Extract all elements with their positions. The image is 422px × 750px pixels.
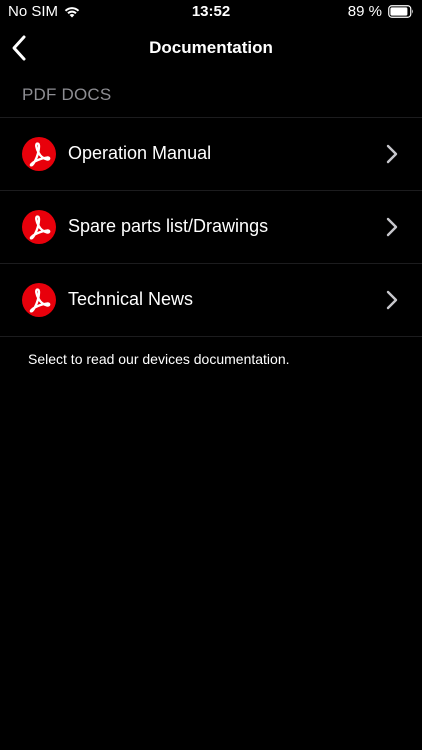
status-bar: No SIM 13:52 89 %	[0, 0, 422, 24]
list-item-technical-news[interactable]: Technical News	[0, 263, 422, 337]
page-title: Documentation	[149, 38, 273, 57]
list-item-operation-manual[interactable]: Operation Manual	[0, 117, 422, 190]
navigation-bar: Documentation	[0, 24, 422, 72]
list-item-label: Technical News	[68, 289, 194, 309]
chevron-right-icon	[386, 217, 398, 237]
pdf-icon	[22, 283, 56, 317]
list-item-spare-parts[interactable]: Spare parts list/Drawings	[0, 190, 422, 263]
footer-description: Select to read our devices documentation…	[28, 351, 290, 367]
list-item-label: Spare parts list/Drawings	[68, 216, 269, 236]
list-item-label: Operation Manual	[68, 143, 212, 163]
section-header: PDF DOCS	[22, 85, 112, 104]
battery-icon	[388, 5, 413, 18]
chevron-right-icon	[386, 290, 398, 310]
pdf-icon	[22, 137, 56, 171]
documents-list: Operation Manual Spare parts list/Drawin…	[0, 117, 422, 337]
battery-percentage: 89 %	[347, 3, 382, 20]
pdf-icon	[22, 210, 56, 244]
chevron-right-icon	[386, 144, 398, 164]
status-right: 89 %	[348, 3, 414, 20]
